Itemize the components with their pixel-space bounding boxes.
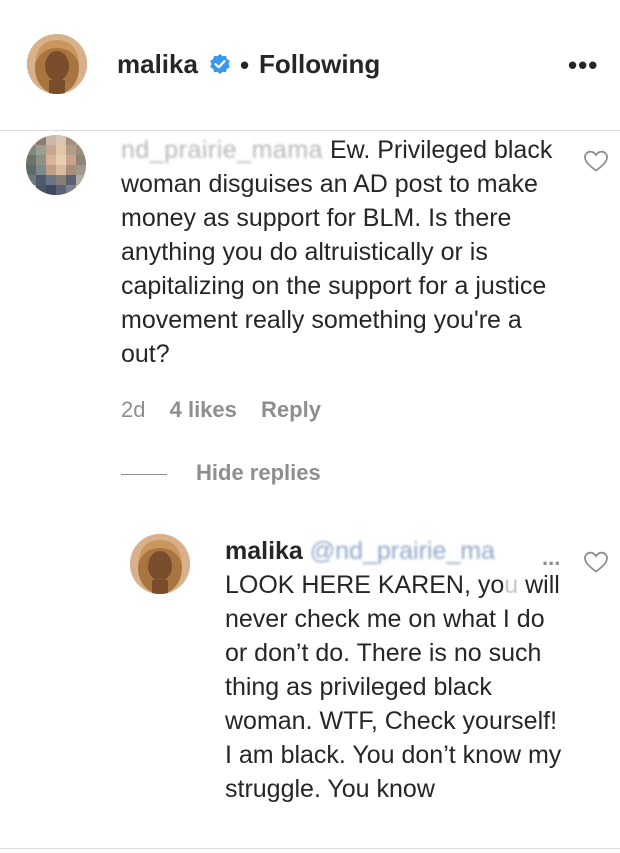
reply-button[interactable]: Reply: [261, 397, 321, 422]
author-username[interactable]: malika: [117, 49, 198, 80]
hide-replies-line: [121, 474, 167, 475]
bottom-divider: [0, 848, 620, 849]
reply-body-faded: u: [504, 571, 519, 599]
header-separator: •: [240, 50, 250, 80]
reply-body-rest: will never check me on what I do or don’…: [225, 571, 562, 803]
more-options-icon[interactable]: •••: [568, 50, 598, 81]
commenter-avatar-pixelated[interactable]: [26, 135, 86, 195]
author-avatar[interactable]: [27, 34, 87, 94]
comment-likes-count[interactable]: 4 likes: [170, 397, 237, 422]
comment-age: 2d: [121, 397, 146, 422]
following-button[interactable]: Following: [259, 49, 380, 80]
comment-like-heart-icon[interactable]: [583, 149, 609, 173]
reply-body-start: LOOK HERE KAREN, yo: [225, 571, 505, 599]
verified-badge-icon: [208, 53, 232, 77]
comment-meta: 2d 4 likes Reply: [121, 397, 339, 423]
reply-username[interactable]: malika: [225, 537, 303, 565]
reply-ellipsis: ...: [542, 545, 561, 570]
commenter-username-redacted[interactable]: nd_prairie_mama: [121, 133, 323, 167]
post-header: malika • Following •••: [0, 0, 620, 131]
comment-body: Ew. Privileged black woman disguises an …: [121, 136, 553, 368]
reply-author-avatar[interactable]: [130, 534, 190, 594]
reply-text: malika @nd_prairie_ma LOOK HERE KAREN, yo…: [225, 534, 565, 806]
comment-text: nd_prairie_mama Ew. Privileged black wom…: [121, 133, 561, 371]
reply-like-heart-icon[interactable]: [583, 550, 609, 574]
hide-replies-button[interactable]: Hide replies: [196, 460, 321, 486]
reply-mention-redacted[interactable]: @nd_prairie_ma: [310, 537, 495, 565]
